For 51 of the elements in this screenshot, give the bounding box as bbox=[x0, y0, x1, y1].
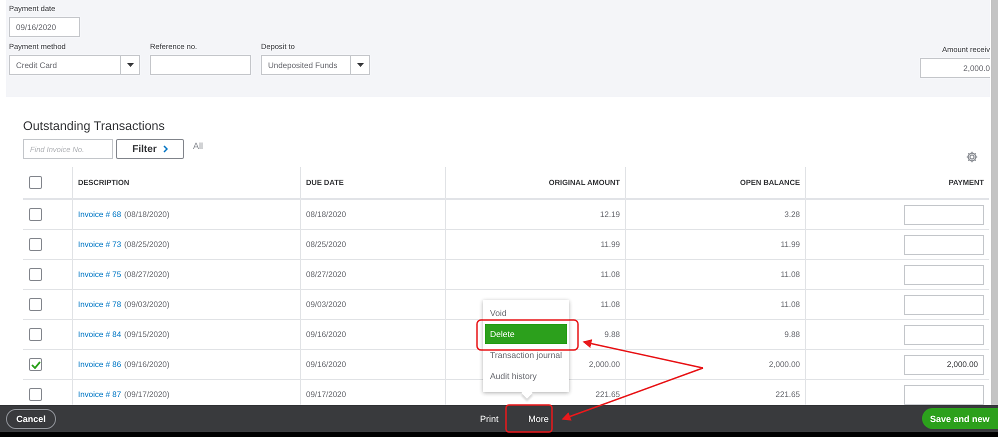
amount-cell: 11.08 bbox=[600, 270, 620, 279]
amount-cell: 12.19 bbox=[600, 210, 620, 219]
balance-cell: 11.99 bbox=[780, 240, 800, 249]
filter-value: All bbox=[193, 141, 204, 151]
more-button[interactable]: More bbox=[520, 405, 557, 432]
amount-cell: 2,000.00 bbox=[588, 360, 620, 369]
invoice-link[interactable]: Invoice # 87 bbox=[78, 390, 122, 399]
deposit-to-dropdown[interactable]: Undeposited Funds bbox=[261, 55, 370, 75]
amount-cell: 221.65 bbox=[596, 390, 620, 399]
due-date-cell: 09/17/2020 bbox=[306, 390, 346, 399]
invoice-link[interactable]: Invoice # 78 bbox=[78, 300, 122, 309]
invoice-date: (09/16/2020) bbox=[124, 360, 170, 369]
invoice-date: (08/27/2020) bbox=[124, 270, 170, 279]
menu-item[interactable]: Transaction journal bbox=[485, 345, 567, 365]
invoice-link[interactable]: Invoice # 68 bbox=[78, 210, 122, 219]
menu-item[interactable]: Void bbox=[485, 303, 567, 323]
balance-cell: 2,000.00 bbox=[768, 360, 800, 369]
due-date-cell: 09/16/2020 bbox=[306, 360, 346, 369]
invoice-date: (09/17/2020) bbox=[124, 390, 170, 399]
amount-cell: 11.08 bbox=[600, 300, 620, 309]
due-date-cell: 09/03/2020 bbox=[306, 300, 346, 309]
cancel-button[interactable]: Cancel bbox=[6, 408, 56, 428]
invoice-link[interactable]: Invoice # 75 bbox=[78, 270, 122, 279]
payment-field[interactable]: 2,000.00 bbox=[904, 354, 984, 374]
amount-field[interactable]: 2,000.0 bbox=[920, 58, 990, 78]
balance-cell: 3.28 bbox=[784, 210, 800, 219]
balance-cell: 221.65 bbox=[776, 390, 800, 399]
due-date-cell: 09/16/2020 bbox=[306, 330, 346, 339]
menu-item[interactable]: Audit history bbox=[485, 366, 567, 386]
menu-item[interactable]: Delete bbox=[485, 324, 567, 344]
filter-button[interactable]: Filter bbox=[116, 139, 184, 159]
print-button[interactable]: Print bbox=[480, 414, 499, 424]
due-date-cell: 08/18/2020 bbox=[306, 210, 346, 219]
invoice-link[interactable]: Invoice # 84 bbox=[78, 330, 122, 339]
due-date-cell: 08/27/2020 bbox=[306, 270, 346, 279]
section-title: Outstanding Transactions bbox=[23, 119, 165, 133]
balance-cell: 9.88 bbox=[784, 330, 800, 339]
invoice-date: (08/25/2020) bbox=[124, 240, 170, 249]
payment-method-dropdown[interactable]: Credit Card bbox=[9, 55, 140, 75]
invoice-date: (09/15/2020) bbox=[124, 330, 170, 339]
date-field[interactable]: 09/16/2020 bbox=[9, 17, 80, 37]
due-date-cell: 08/25/2020 bbox=[306, 240, 346, 249]
invoice-link[interactable]: Invoice # 86 bbox=[78, 360, 122, 369]
amount-cell: 9.88 bbox=[604, 330, 620, 339]
invoice-date: (09/03/2020) bbox=[124, 300, 170, 309]
invoice-link[interactable]: Invoice # 73 bbox=[78, 240, 122, 249]
invoice-date: (08/18/2020) bbox=[124, 210, 170, 219]
save-and-new-button[interactable]: Save and new bbox=[922, 408, 998, 429]
balance-cell: 11.08 bbox=[780, 300, 800, 309]
amount-cell: 11.99 bbox=[600, 240, 620, 249]
balance-cell: 11.08 bbox=[780, 270, 800, 279]
